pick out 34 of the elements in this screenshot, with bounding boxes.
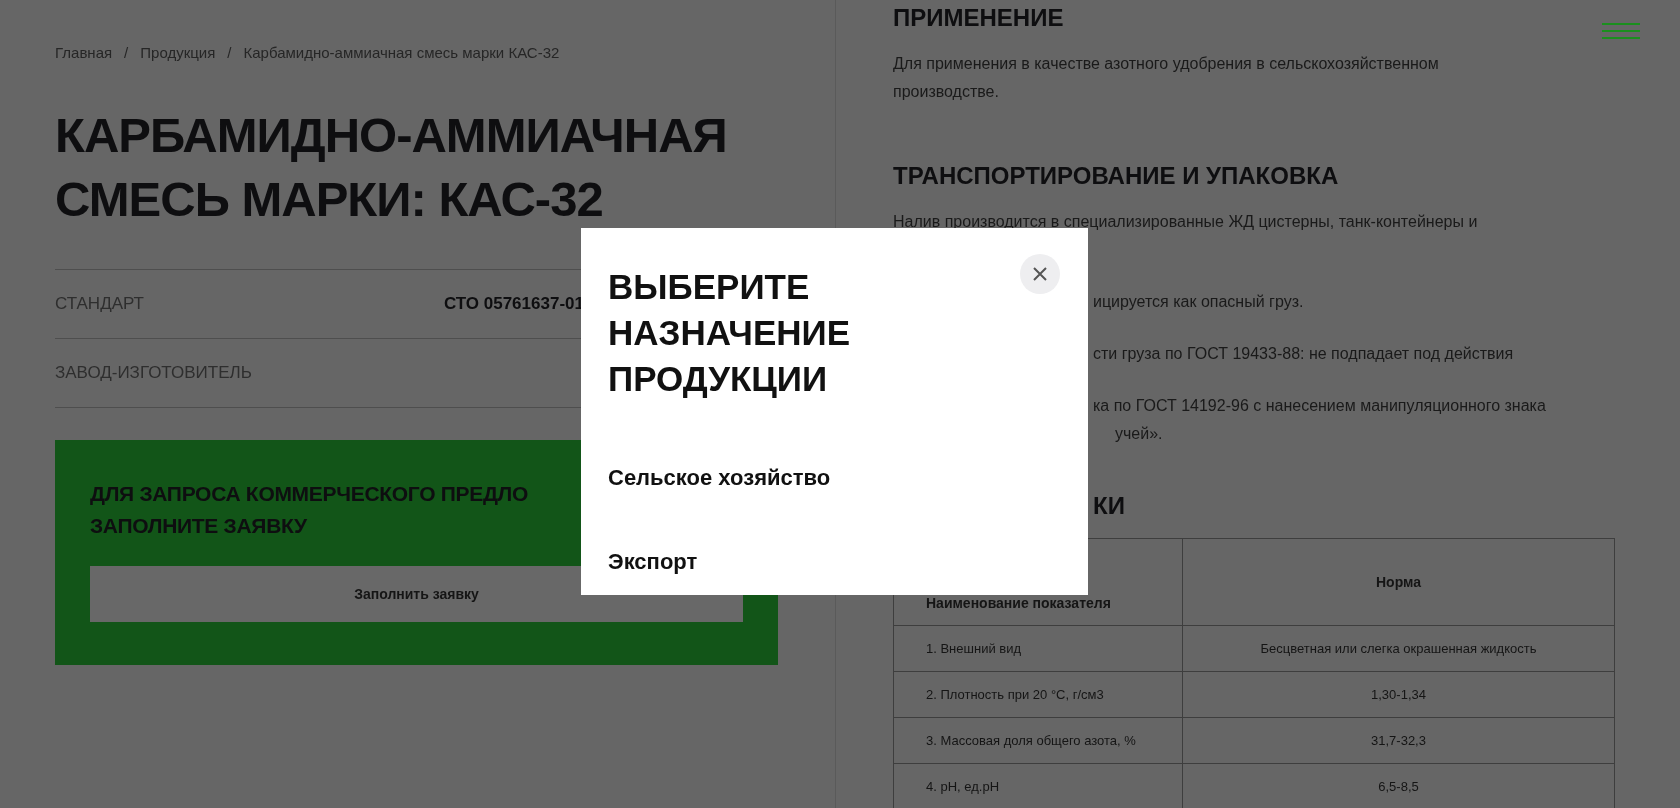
paragraph: учей». bbox=[1115, 424, 1163, 444]
paragraph: ка по ГОСТ 14192-96 с нанесением манипуляционного знака bbox=[1093, 396, 1546, 416]
close-icon bbox=[1032, 266, 1048, 282]
breadcrumb-link[interactable]: Продукция bbox=[140, 44, 216, 61]
table-cell: 31,7-32,3 bbox=[1371, 733, 1426, 748]
breadcrumb-separator: / bbox=[124, 44, 129, 61]
section-heading: ТРАНСПОРТИРОВАНИЕ И УПАКОВКА bbox=[893, 161, 1339, 191]
table-cell: 1,30-1,34 bbox=[1371, 687, 1426, 702]
paragraph: Налив производится в специализированные ЖД цистерны, танк-контейнеры и bbox=[893, 212, 1478, 232]
spec-label: ЗАВОД-ИЗГОТОВИТЕЛЬ bbox=[55, 363, 253, 383]
product-title: КАРБАМИДНО-АММИАЧНАЯ СМЕСЬ МАРКИ: КАС-32 bbox=[55, 107, 728, 228]
paragraph: сти груза по ГОСТ 19433-88: не подпадает под действия bbox=[1093, 344, 1514, 364]
section-heading: КИ bbox=[1093, 491, 1125, 521]
paragraph: ицируется как опасный груз. bbox=[1093, 292, 1304, 312]
table-cell: Бесцветная или слегка окрашенная жидкость bbox=[1260, 641, 1537, 656]
table-cell: 1. Внешний вид bbox=[926, 641, 1022, 656]
purpose-option[interactable]: Сельское хозяйство bbox=[608, 464, 831, 492]
breadcrumb-link[interactable]: Карбамидно-аммиачная смесь марки КАС-32 bbox=[243, 44, 560, 61]
breadcrumb-link[interactable]: Главная bbox=[55, 44, 113, 61]
close-button[interactable] bbox=[1020, 254, 1060, 294]
column-header: Норма bbox=[1376, 574, 1421, 590]
table-cell: 3. Массовая доля общего азота, % bbox=[926, 733, 1136, 748]
spec-label: СТАНДАРТ bbox=[55, 294, 145, 314]
dialog-title: ВЫБЕРИТЕ НАЗНАЧЕНИЕ ПРОДУКЦИИ bbox=[608, 266, 852, 400]
column-header: Наименование показателя bbox=[926, 595, 1111, 611]
paragraph: Для применения в качестве азотного удобрения в сельскохозяйственном производстве. bbox=[893, 54, 1440, 102]
table-cell: 6,5-8,5 bbox=[1378, 779, 1419, 794]
table-cell: 2. Плотность при 20 °С, г/см3 bbox=[926, 687, 1104, 702]
spec-value: СТО 05761637-01 bbox=[444, 294, 584, 314]
breadcrumb-separator: / bbox=[227, 44, 232, 61]
card-heading: ДЛЯ ЗАПРОСА КОММЕРЧЕСКОГО ПРЕДЛО bbox=[90, 481, 529, 507]
section-heading: ПРИМЕНЕНИЕ bbox=[893, 3, 1064, 33]
table-cell: 4. рН, ед.рН bbox=[926, 779, 1000, 794]
card-heading: ЗАПОЛНИТЕ ЗАЯВКУ bbox=[90, 513, 307, 539]
